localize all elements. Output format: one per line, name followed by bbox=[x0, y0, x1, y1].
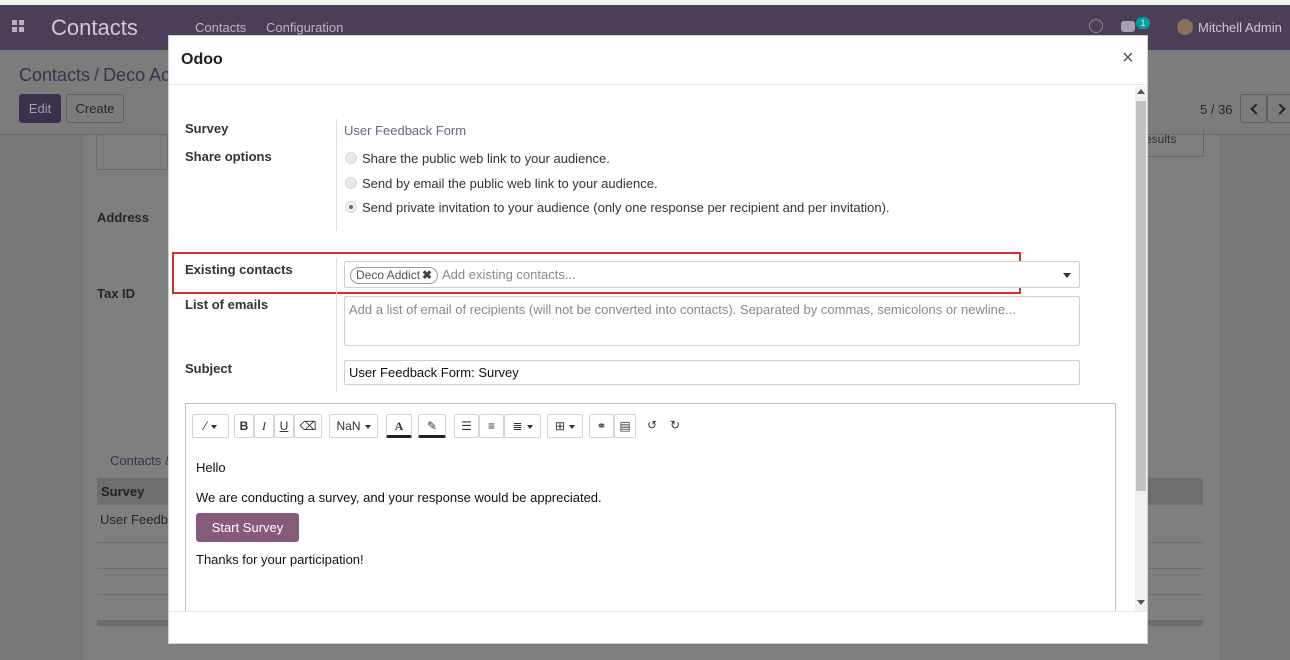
breadcrumb-root[interactable]: Contacts bbox=[19, 65, 90, 85]
italic-button[interactable]: I bbox=[254, 414, 274, 438]
emails-textarea[interactable]: Add a list of email of recipients (will … bbox=[344, 296, 1080, 346]
share-options-label: Share options bbox=[185, 149, 272, 164]
survey-invite-dialog: Odoo × Survey User Feedback Form Share o… bbox=[168, 35, 1148, 644]
remove-tag-icon[interactable]: ✖ bbox=[422, 268, 432, 282]
existing-contacts-input[interactable]: Deco Addict ✖ Add existing contacts... bbox=[344, 261, 1080, 288]
survey-label: Survey bbox=[185, 121, 229, 136]
magic-wand-icon: ⁄ bbox=[204, 419, 207, 433]
activity-clock-icon[interactable] bbox=[1089, 19, 1103, 33]
scroll-up-icon[interactable] bbox=[1137, 89, 1145, 94]
message-count-badge: 1 bbox=[1136, 17, 1150, 29]
edit-button[interactable]: Edit bbox=[19, 94, 61, 123]
survey-link[interactable]: User Feedback Form bbox=[344, 123, 466, 138]
breadcrumb: Contacts / Deco Ac bbox=[19, 65, 171, 85]
scrollbar-thumb[interactable] bbox=[1136, 101, 1146, 491]
list-of-emails-label: List of emails bbox=[185, 297, 269, 312]
media-icon[interactable]: ▤ bbox=[614, 414, 636, 438]
user-menu[interactable]: Mitchell Admin bbox=[1198, 20, 1282, 35]
label-divider bbox=[336, 258, 337, 392]
radio-checked-icon[interactable] bbox=[345, 201, 357, 213]
subject-input[interactable]: User Feedback Form: Survey bbox=[344, 360, 1080, 385]
pager-value[interactable]: 5 / 36 bbox=[1200, 102, 1233, 117]
paint-brush-icon[interactable]: ✎ bbox=[418, 414, 446, 438]
breadcrumb-current: Deco Ac bbox=[103, 65, 171, 85]
dialog-title: Odoo bbox=[181, 51, 223, 68]
create-button[interactable]: Create bbox=[66, 94, 124, 123]
emails-placeholder: Add a list of email of recipients (will … bbox=[349, 302, 1016, 317]
email-body-editor[interactable]: ⁄ B I U ⌫ NaN A ✎ ☰ ≡ ≣ ⊞ ⚭ ▤ ↺ ↻ Hello … bbox=[185, 403, 1116, 611]
dialog-footer bbox=[169, 611, 1147, 643]
style-dropdown-button[interactable]: ⁄ bbox=[192, 414, 229, 438]
undo-icon[interactable]: ↺ bbox=[642, 414, 662, 438]
menu-configuration[interactable]: Configuration bbox=[266, 20, 343, 35]
partner-image bbox=[96, 135, 168, 170]
radio-icon[interactable] bbox=[345, 177, 357, 189]
radio-icon[interactable] bbox=[345, 152, 357, 164]
dialog-header: Odoo × bbox=[169, 36, 1147, 85]
app-brand[interactable]: Contacts bbox=[51, 15, 138, 41]
existing-contacts-label: Existing contacts bbox=[185, 262, 293, 277]
start-survey-button[interactable]: Start Survey bbox=[196, 513, 299, 542]
address-label: Address bbox=[97, 210, 150, 225]
contact-tag[interactable]: Deco Addict ✖ bbox=[350, 267, 439, 284]
link-icon[interactable]: ⚭ bbox=[589, 414, 614, 438]
font-color-button[interactable]: A bbox=[386, 414, 412, 438]
tab-contacts[interactable]: Contacts & bbox=[110, 453, 174, 468]
label-divider bbox=[336, 119, 337, 231]
redo-icon[interactable]: ↻ bbox=[665, 414, 685, 438]
tax-id-label: Tax ID bbox=[97, 286, 136, 301]
table-dropdown-icon[interactable]: ⊞ bbox=[547, 414, 583, 438]
column-survey[interactable]: Survey bbox=[101, 484, 144, 499]
bold-button[interactable]: B bbox=[234, 414, 254, 438]
eraser-icon[interactable]: ⌫ bbox=[294, 414, 322, 438]
bullet-list-icon[interactable]: ☰ bbox=[454, 414, 479, 438]
chevron-down-icon[interactable] bbox=[1063, 273, 1071, 278]
apps-grid-icon[interactable] bbox=[12, 20, 26, 34]
contact-tag-label: Deco Addict bbox=[356, 268, 421, 282]
user-avatar[interactable] bbox=[1177, 19, 1193, 35]
body-message: We are conducting a survey, and your res… bbox=[196, 490, 602, 505]
body-closing: Thanks for your participation! bbox=[196, 552, 364, 567]
contacts-placeholder: Add existing contacts... bbox=[442, 267, 576, 282]
chat-bubble-icon[interactable] bbox=[1121, 21, 1135, 32]
close-icon[interactable]: × bbox=[1122, 47, 1134, 70]
underline-button[interactable]: U bbox=[274, 414, 294, 438]
scroll-down-icon[interactable] bbox=[1137, 600, 1145, 605]
subject-label: Subject bbox=[185, 361, 232, 376]
subject-value: User Feedback Form: Survey bbox=[349, 365, 519, 380]
pager-previous-button[interactable] bbox=[1240, 94, 1267, 123]
menu-contacts[interactable]: Contacts bbox=[195, 20, 246, 35]
font-size-dropdown[interactable]: NaN bbox=[329, 414, 378, 438]
table-row[interactable]: User Feedb bbox=[100, 512, 168, 527]
numbered-list-icon[interactable]: ≡ bbox=[479, 414, 504, 438]
align-dropdown-icon[interactable]: ≣ bbox=[504, 414, 541, 438]
pager-next-button[interactable] bbox=[1267, 94, 1290, 123]
body-greeting: Hello bbox=[196, 460, 226, 475]
dialog-body: Survey User Feedback Form Share options … bbox=[169, 86, 1135, 611]
